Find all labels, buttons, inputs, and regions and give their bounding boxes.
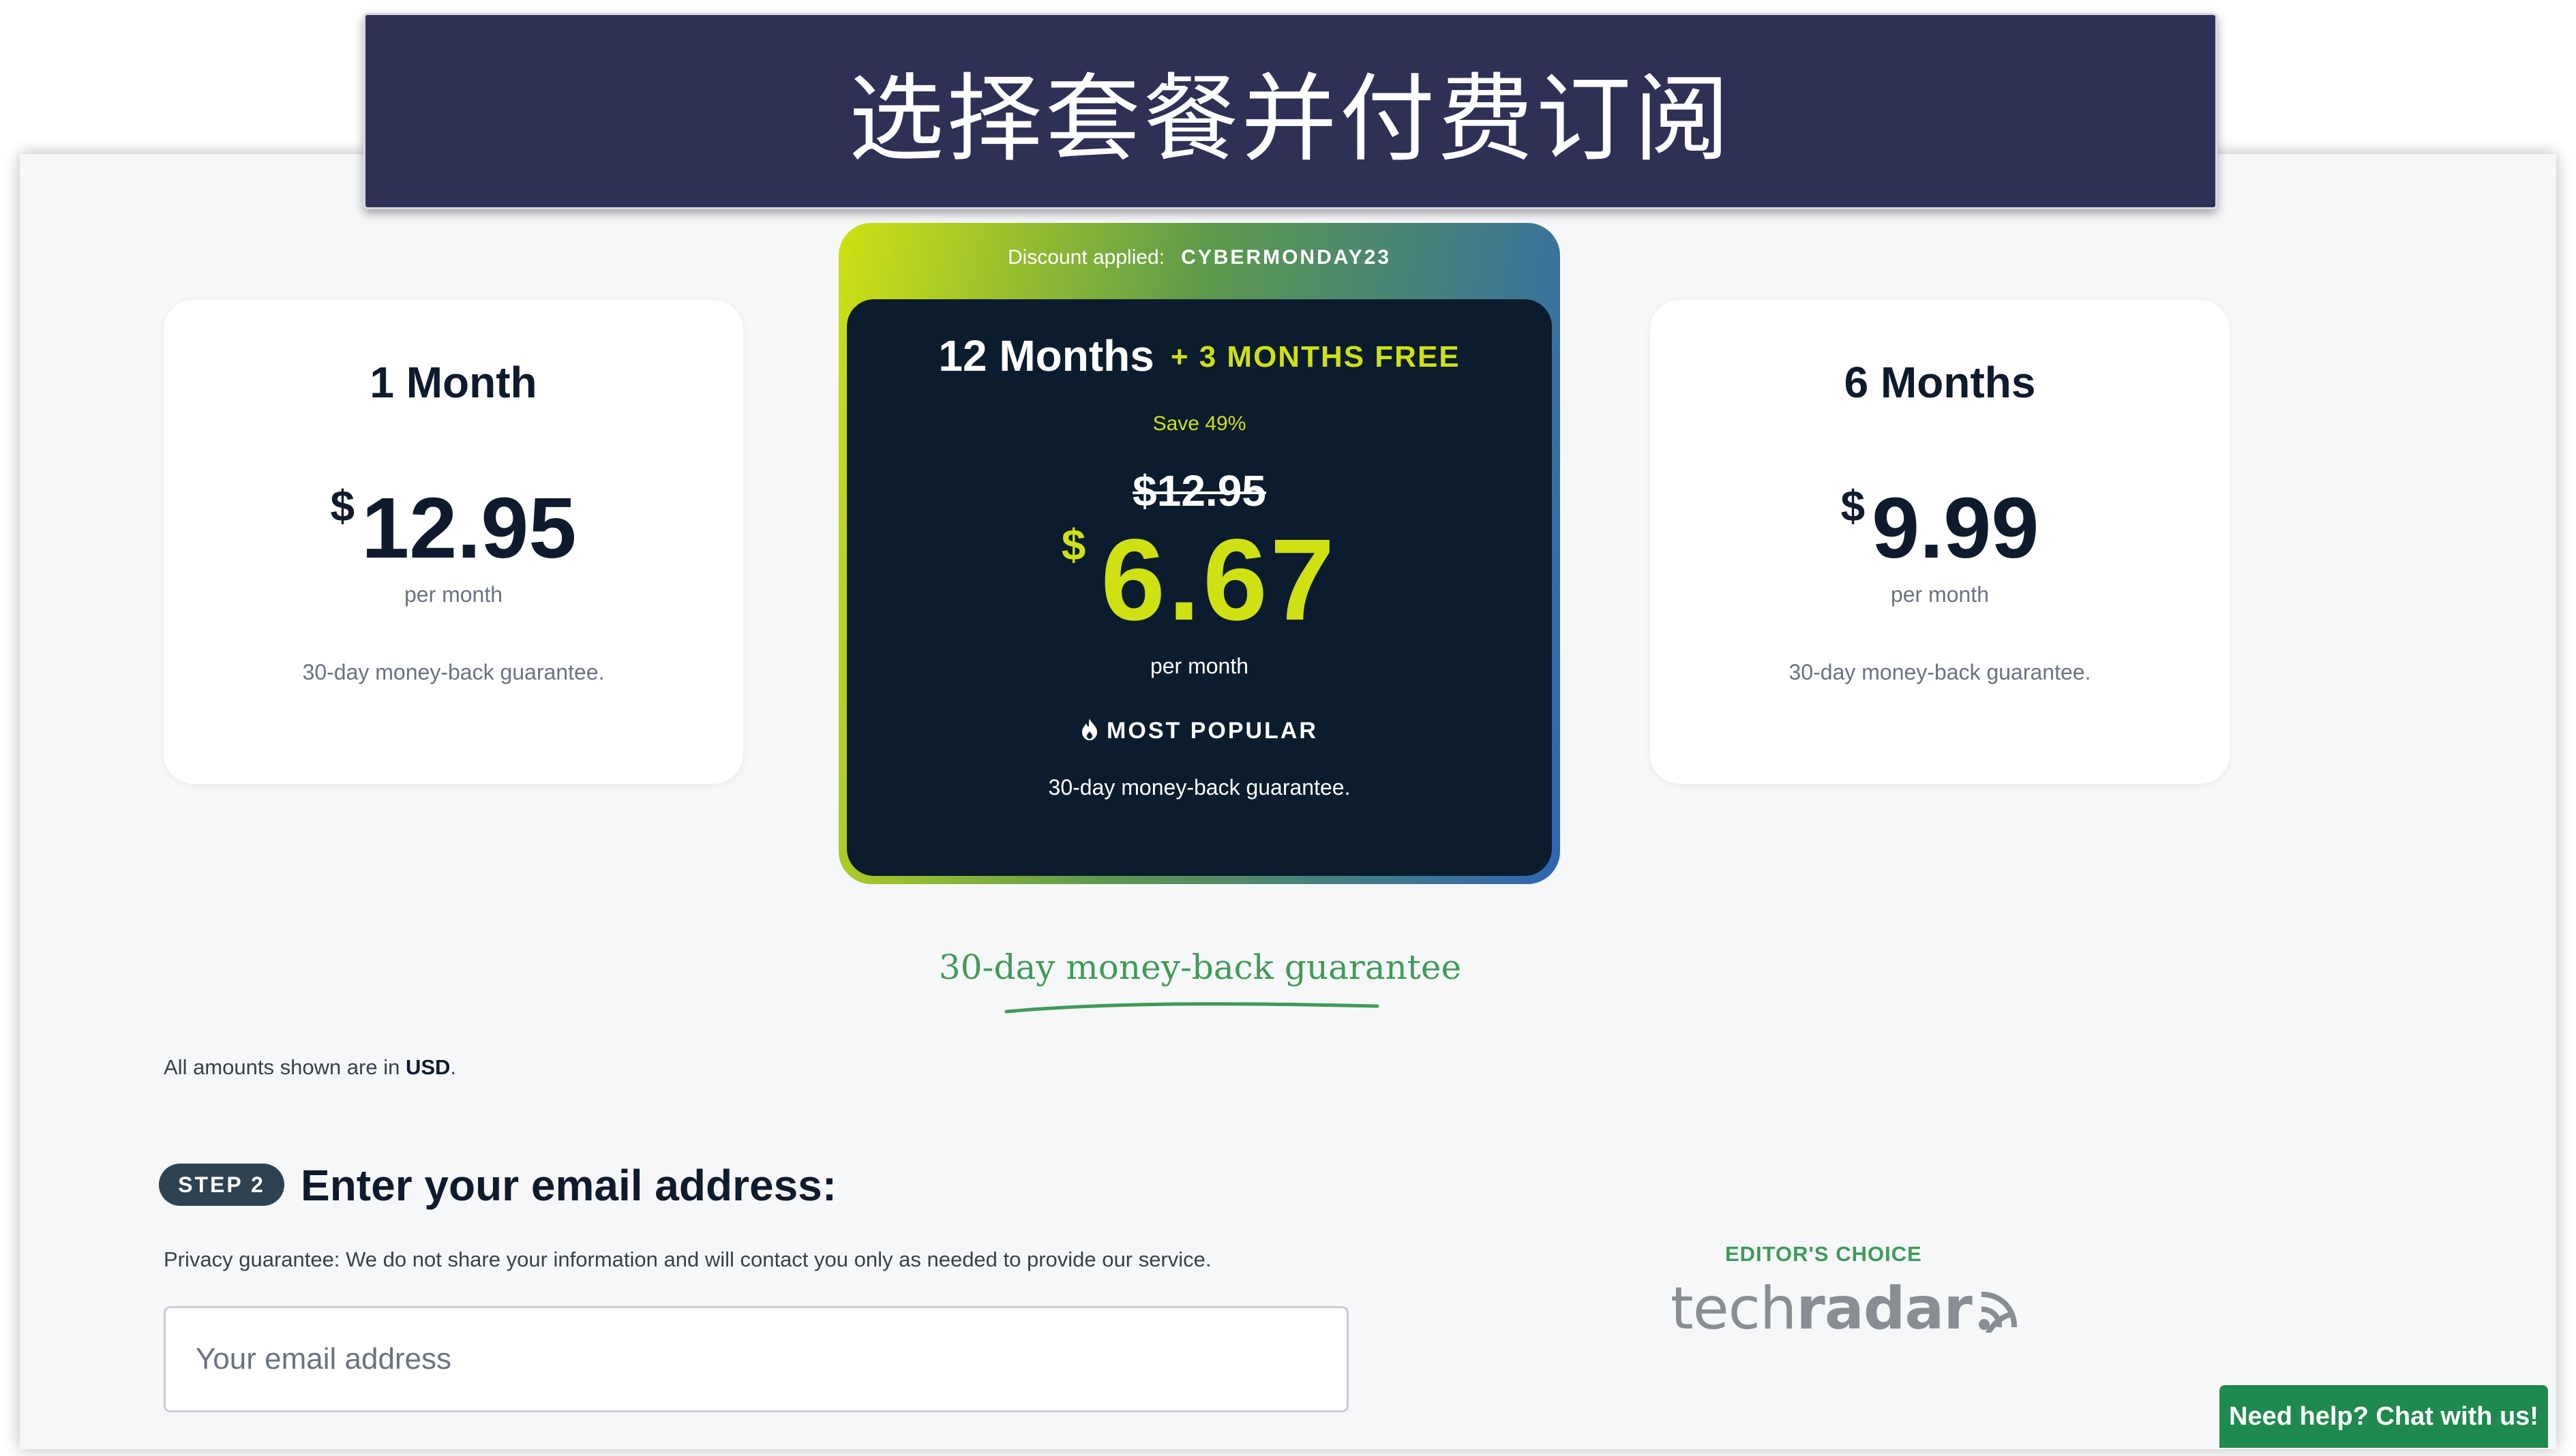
currency-note-suffix: .: [450, 1055, 457, 1079]
discount-code: CYBERMONDAY23: [1181, 246, 1392, 269]
price-period: per month: [1150, 654, 1249, 678]
discount-banner: Discount applied: CYBERMONDAY23: [839, 246, 1560, 269]
flame-icon: [1082, 718, 1098, 740]
plan-price: $12.95: [164, 479, 743, 577]
email-input[interactable]: [164, 1306, 1349, 1412]
currency-note-text: All amounts shown are in: [164, 1055, 400, 1079]
techradar-logo: techradar: [1671, 1275, 2022, 1343]
old-price: $12.95: [847, 466, 1552, 516]
title-banner: 选择套餐并付费订阅: [363, 13, 2217, 209]
money-back-heading: 30-day money-back guarantee: [938, 947, 1462, 987]
logo-text-bold: radar: [1796, 1275, 1972, 1343]
currency-code: USD: [405, 1055, 451, 1079]
chat-help-button[interactable]: Need help? Chat with us!: [2219, 1385, 2548, 1448]
step-title: Enter your email address:: [301, 1161, 837, 1210]
banner-title: 选择套餐并付费订阅: [848, 64, 1733, 175]
currency-symbol: $: [1840, 481, 1866, 530]
price-value: 9.99: [1872, 480, 2039, 576]
plan-price: $9.99: [1650, 479, 2230, 577]
radar-waves-icon: [1978, 1291, 2017, 1333]
badge-label: MOST POPULAR: [1107, 718, 1318, 744]
plan-title: 12 Months: [938, 331, 1154, 380]
most-popular-badge: MOST POPULAR: [847, 718, 1552, 744]
discount-label: Discount applied:: [1007, 246, 1165, 269]
price-period: per month: [1890, 582, 1990, 607]
plan-title: 1 Month: [370, 358, 537, 407]
currency-symbol: $: [330, 481, 355, 530]
featured-plan-body: 12 Months + 3 MONTHS FREE Save 49% $12.95…: [847, 299, 1552, 876]
plan-card-1-month[interactable]: 1 Month $12.95 per month 30-day money-ba…: [164, 300, 743, 784]
privacy-guarantee: Privacy guarantee: We do not share your …: [164, 1247, 1212, 1271]
plan-title: 6 Months: [1844, 358, 2036, 407]
plan-title-row: 12 Months + 3 MONTHS FREE: [847, 331, 1552, 381]
plan-card-6-months[interactable]: 6 Months $9.99 per month 30-day money-ba…: [1650, 300, 2230, 784]
bonus-months: + 3 MONTHS FREE: [1170, 340, 1461, 374]
plan-guarantee: 30-day money-back guarantee.: [1048, 775, 1351, 800]
plan-price: $6.67: [847, 513, 1552, 647]
plan-guarantee: 30-day money-back guarantee.: [302, 660, 605, 684]
plan-guarantee: 30-day money-back guarantee.: [1788, 660, 2091, 684]
save-percent: Save 49%: [1152, 412, 1246, 435]
editors-choice-label: EDITOR'S CHOICE: [1725, 1242, 1922, 1266]
step-badge: STEP 2: [159, 1164, 284, 1206]
plan-card-12-months[interactable]: Discount applied: CYBERMONDAY23 12 Months…: [839, 223, 1560, 884]
price-value: 6.67: [1100, 515, 1338, 645]
price-period: per month: [404, 582, 503, 607]
logo-text-light: tech: [1671, 1275, 1797, 1343]
currency-symbol: $: [1061, 520, 1089, 569]
currency-note: All amounts shown are in USD.: [164, 1055, 456, 1080]
underline-stroke: [1004, 1002, 1379, 1014]
price-value: 12.95: [361, 480, 577, 576]
old-price-value: $12.95: [1133, 466, 1266, 515]
